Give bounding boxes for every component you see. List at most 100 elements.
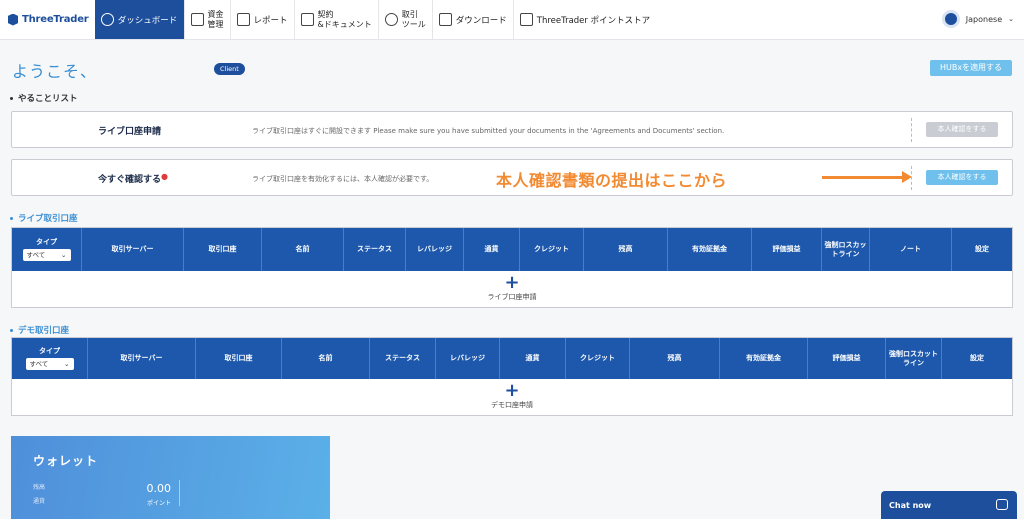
- required-dot-icon: ●: [161, 172, 168, 181]
- nav-tools-line2: ツール: [401, 19, 426, 29]
- demo-accounts-table: タイプ すべて ⌄ 取引サーバー 取引口座 名前 ステータス レバレッジ 通貨 ク…: [11, 337, 1013, 416]
- column-header: クレジット: [520, 228, 584, 271]
- wallet-balance: 0.00: [146, 482, 172, 495]
- demo-section-title: デモ取引口座: [10, 324, 69, 336]
- todo-title: 今すぐ確認する●: [98, 172, 168, 185]
- chat-now-button[interactable]: Chat now: [881, 491, 1017, 519]
- nav-point-store-label: ThreeTrader ポイントストア: [536, 15, 651, 26]
- nav-trading-tools[interactable]: 取引 ツール: [379, 0, 433, 39]
- welcome-heading: ようこそ、: [12, 62, 98, 81]
- download-icon: [438, 13, 452, 26]
- annotation-text: 本人確認書類の提出はここから: [496, 171, 728, 190]
- nav-funds-line2: 管理: [207, 19, 224, 29]
- nav-funds[interactable]: 資金 管理: [185, 0, 231, 39]
- todo-desc: ライブ取引口座はすぐに開設できます Please make sure you h…: [252, 127, 725, 135]
- top-nav: ThreeTrader ダッシュボード 資金 管理 レポート 契約 &ドキュメント …: [0, 0, 1024, 40]
- avatar[interactable]: [941, 10, 960, 28]
- todo-title: ライブ口座申請: [98, 127, 162, 137]
- document-icon: [300, 13, 314, 26]
- bullet-icon: [10, 217, 13, 220]
- type-label: タイプ: [36, 238, 57, 246]
- chevron-down-icon: ⌄: [61, 250, 67, 259]
- live-accounts-table: タイプ すべて ⌄ 取引サーバー 取引口座 名前 ステータス レバレッジ 通貨 ク…: [11, 227, 1013, 308]
- chevron-down-icon: ⌄: [64, 359, 70, 368]
- chat-bubble-icon: [996, 499, 1008, 510]
- todo-title-text: 今すぐ確認する: [98, 175, 162, 185]
- column-header: 残高: [584, 228, 668, 271]
- plus-icon: +: [504, 380, 520, 401]
- bullet-icon: [10, 329, 13, 332]
- nav-report[interactable]: レポート: [231, 0, 295, 39]
- cart-icon: [519, 13, 533, 26]
- table-header: タイプ すべて ⌄ 取引サーバー 取引口座 名前 ステータス レバレッジ 通貨 ク…: [12, 228, 1012, 271]
- type-select-value: すべて: [26, 250, 46, 259]
- column-header: 設定: [970, 354, 984, 362]
- nav-download[interactable]: ダウンロード: [433, 0, 514, 39]
- column-header: 強制ロスカットライン: [886, 338, 942, 379]
- wallet-icon: [190, 13, 204, 26]
- verify-identity-button[interactable]: 本人確認をする: [926, 170, 998, 185]
- add-demo-label: デモ口座申請: [491, 401, 533, 409]
- chat-label: Chat now: [889, 501, 932, 510]
- column-header: 評価損益: [752, 228, 822, 271]
- type-select-value: すべて: [29, 359, 49, 368]
- client-badge: Client: [214, 63, 245, 75]
- language-selector[interactable]: Japonese ⌄: [941, 10, 1014, 28]
- nav-funds-line1: 資金: [207, 9, 224, 19]
- brand-logo[interactable]: ThreeTrader: [0, 0, 95, 39]
- type-label: タイプ: [39, 347, 60, 355]
- report-icon: [236, 13, 250, 26]
- demo-title-text: デモ取引口座: [18, 326, 70, 336]
- column-header: 強制ロスカットライン: [822, 228, 870, 271]
- todo-card-live-account: ライブ口座申請 ライブ取引口座はすぐに開設できます Please make su…: [11, 111, 1013, 148]
- type-column: タイプ すべて ⌄: [12, 338, 88, 379]
- todo-title-text: やることリスト: [18, 94, 78, 104]
- column-header: 通貨: [464, 228, 520, 271]
- verify-identity-button-disabled[interactable]: 本人確認をする: [926, 122, 998, 137]
- column-header: レバレッジ: [406, 228, 464, 271]
- wallet-card: ウォレット 残高 通貨 0.00 ポイント: [11, 436, 330, 519]
- add-demo-account-button[interactable]: + デモ口座申請: [12, 379, 1012, 415]
- bullet-icon: [10, 97, 13, 100]
- nav-point-store[interactable]: ThreeTrader ポイントストア: [514, 0, 656, 39]
- column-header: クレジット: [566, 338, 630, 379]
- column-header: 名前: [282, 338, 370, 379]
- column-header: 残高: [630, 338, 720, 379]
- nav-documents-line1: 契約: [317, 9, 334, 19]
- logo-icon: [8, 13, 18, 26]
- todo-section-title: やることリスト: [10, 92, 78, 104]
- plus-icon: +: [504, 272, 520, 293]
- table-header: タイプ すべて ⌄ 取引サーバー 取引口座 名前 ステータス レバレッジ 通貨 ク…: [12, 338, 1012, 379]
- column-header: レバレッジ: [436, 338, 500, 379]
- column-header: ノート: [870, 228, 952, 271]
- live-section-title: ライブ取引口座: [10, 212, 78, 224]
- column-header: 有効証拠金: [668, 228, 752, 271]
- column-header: 有効証拠金: [720, 338, 808, 379]
- nav-dashboard[interactable]: ダッシュボード: [94, 0, 185, 39]
- column-header: 取引サーバー: [82, 228, 184, 271]
- column-header: 取引口座: [184, 228, 262, 271]
- wallet-label-currency: 通貨: [33, 498, 46, 505]
- column-header: ステータス: [344, 228, 406, 271]
- wallet-label-balance: 残高: [33, 484, 46, 491]
- column-header: 通貨: [500, 338, 566, 379]
- hubx-button[interactable]: HUBxを適用する: [930, 60, 1012, 76]
- language-label: Japonese: [965, 14, 1003, 24]
- type-select[interactable]: すべて ⌄: [25, 358, 74, 370]
- column-header: ステータス: [370, 338, 436, 379]
- add-live-account-button[interactable]: + ライブ口座申請: [12, 271, 1012, 307]
- globe-icon: [384, 13, 398, 26]
- add-live-label: ライブ口座申請: [487, 293, 537, 301]
- column-header: 名前: [262, 228, 344, 271]
- column-header: 設定: [975, 245, 989, 253]
- column-header: 取引サーバー: [88, 338, 196, 379]
- column-header: 評価損益: [808, 338, 886, 379]
- dashboard-icon: [100, 13, 114, 26]
- todo-desc: ライブ取引口座を有効化するには、本人確認が必要です。: [252, 175, 434, 183]
- type-select[interactable]: すべて ⌄: [22, 249, 71, 261]
- brand-name: ThreeTrader: [22, 14, 89, 25]
- nav-download-label: ダウンロード: [455, 15, 507, 26]
- nav-documents[interactable]: 契約 &ドキュメント: [295, 0, 379, 39]
- chevron-down-icon: ⌄: [1008, 15, 1014, 23]
- column-header: 取引口座: [196, 338, 282, 379]
